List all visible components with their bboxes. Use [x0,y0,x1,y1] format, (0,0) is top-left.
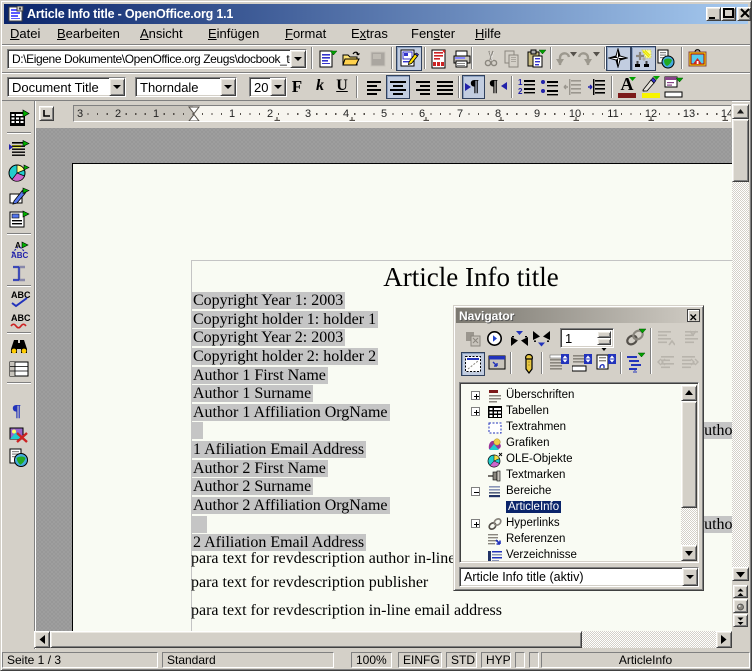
svg-text:ABC: ABC [11,313,31,323]
svg-text:ABC: ABC [11,251,29,259]
svg-text:2: 2 [518,87,523,96]
svg-text:ABC: ABC [11,290,31,300]
svg-text:1: 1 [518,78,523,87]
svg-text:A: A [15,241,21,250]
